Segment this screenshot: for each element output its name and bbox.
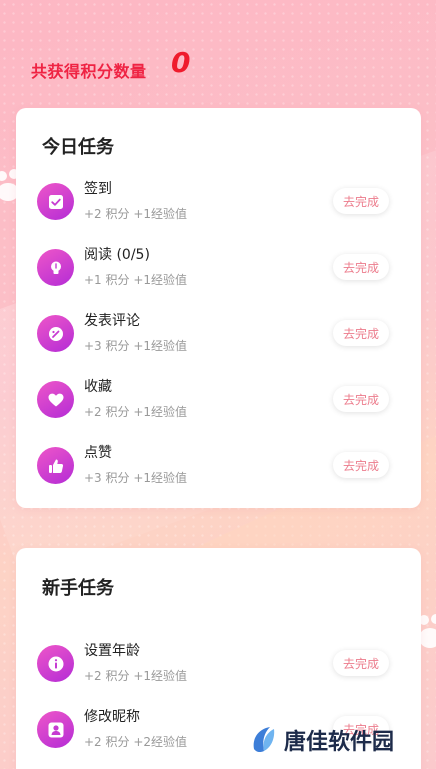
task-name: 设置年龄 — [84, 643, 140, 659]
points-total-value: 0 — [171, 46, 191, 79]
today-tasks-card: 今日任务 签到 +2 积分 +1经验值 去完成 阅读 (0/5) +1 积分 +… — [16, 108, 421, 508]
task-row: 设置年龄 +2 积分 +1经验值 去完成 — [16, 634, 421, 694]
complete-task-button[interactable]: 去完成 — [333, 320, 389, 346]
task-reward: +2 积分 +1经验值 — [84, 405, 188, 419]
task-name: 点赞 — [84, 445, 112, 461]
today-tasks-title: 今日任务 — [42, 137, 114, 158]
comment-edit-icon — [37, 315, 74, 352]
heart-icon — [37, 381, 74, 418]
task-name: 发表评论 — [84, 313, 140, 329]
task-name: 收藏 — [84, 379, 112, 395]
task-row: 收藏 +2 积分 +1经验值 去完成 — [16, 370, 421, 430]
points-total-label: 共获得积分数量 — [31, 62, 147, 81]
lightbulb-icon — [37, 249, 74, 286]
task-row: 发表评论 +3 积分 +1经验值 去完成 — [16, 304, 421, 364]
complete-task-button[interactable]: 去完成 — [333, 254, 389, 280]
task-name: 阅读 (0/5) — [84, 247, 150, 263]
task-reward: +2 积分 +2经验值 — [84, 735, 188, 749]
task-reward: +3 积分 +1经验值 — [84, 339, 188, 353]
newbie-tasks-title: 新手任务 — [42, 578, 114, 599]
thumbs-up-icon — [37, 447, 74, 484]
task-reward: +2 积分 +1经验值 — [84, 207, 188, 221]
watermark: 唐佳软件园 — [250, 724, 394, 756]
complete-task-button[interactable]: 去完成 — [333, 188, 389, 214]
task-reward: +1 积分 +1经验值 — [84, 273, 188, 287]
info-icon — [37, 645, 74, 682]
complete-task-button[interactable]: 去完成 — [333, 650, 389, 676]
watermark-logo-icon — [253, 727, 275, 753]
task-row: 签到 +2 积分 +1经验值 去完成 — [16, 172, 421, 232]
task-row: 点赞 +3 积分 +1经验值 去完成 — [16, 436, 421, 496]
user-icon — [37, 711, 74, 748]
task-name: 修改昵称 — [84, 709, 140, 725]
checkbox-icon — [37, 183, 74, 220]
task-reward: +3 积分 +1经验值 — [84, 471, 188, 485]
complete-task-button[interactable]: 去完成 — [333, 386, 389, 412]
complete-task-button[interactable]: 去完成 — [333, 452, 389, 478]
task-name: 签到 — [84, 181, 112, 197]
task-reward: +2 积分 +1经验值 — [84, 669, 188, 683]
watermark-text: 唐佳软件园 — [284, 730, 395, 755]
task-row: 阅读 (0/5) +1 积分 +1经验值 去完成 — [16, 238, 421, 298]
